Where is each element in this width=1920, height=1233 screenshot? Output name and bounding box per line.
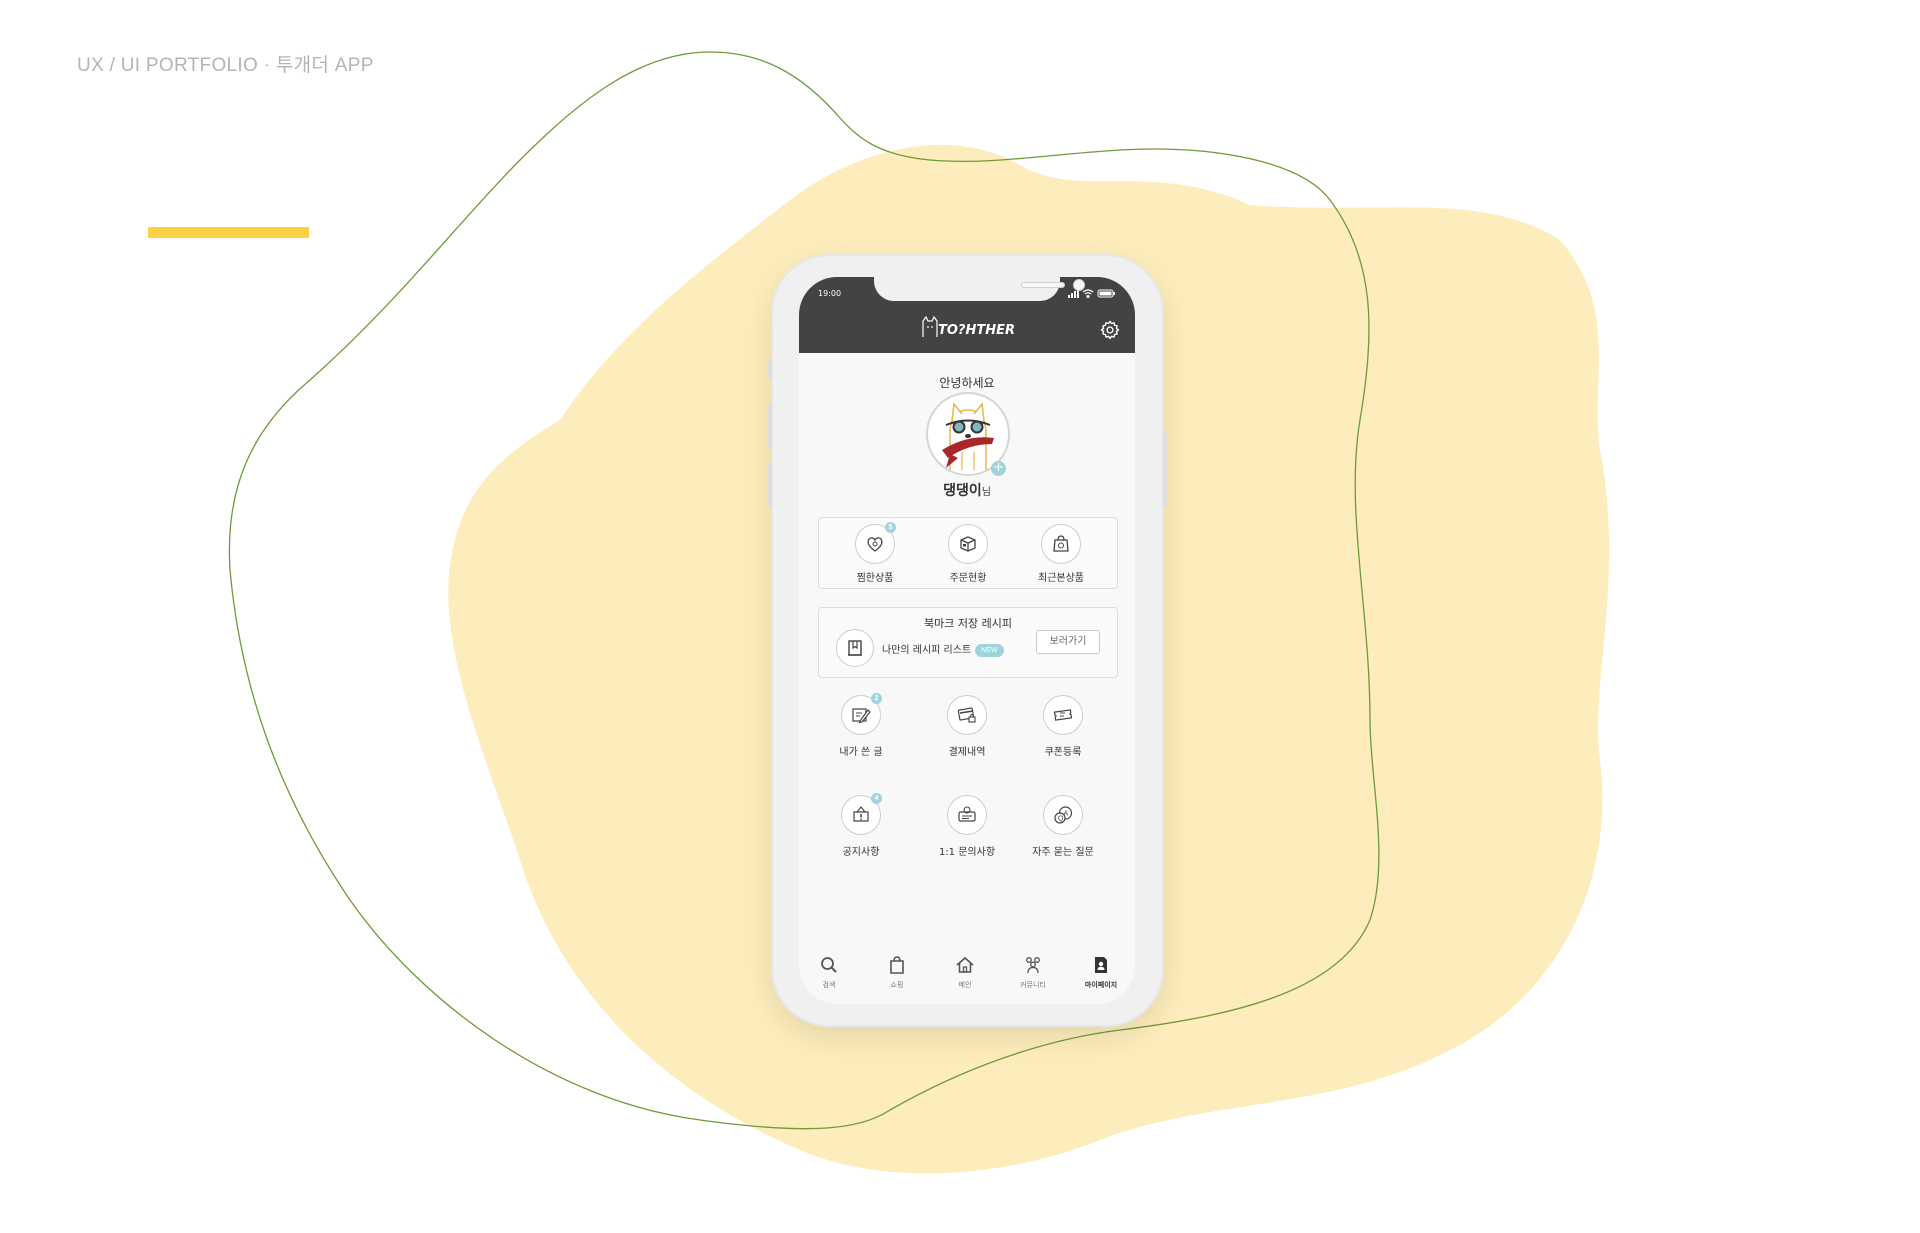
bookmark-book-icon — [836, 629, 874, 667]
battery-icon — [1097, 289, 1115, 298]
heart-bag-icon — [867, 537, 883, 552]
tab-label: 커뮤니티 — [1020, 981, 1046, 989]
menu-item-label: 쿠폰등록 — [1044, 747, 1082, 758]
quick-item-label: 찜한상품 — [856, 573, 894, 584]
tab-shopping[interactable]: 쇼핑 — [867, 955, 927, 990]
menu-item-payments[interactable]: 결제내역 — [921, 695, 1013, 758]
menu-item-notices[interactable]: 4 공지사항 — [815, 793, 907, 858]
shopping-bag-icon — [890, 956, 904, 974]
gear-icon[interactable] — [1099, 319, 1121, 341]
user-name-suffix: 님 — [981, 487, 991, 498]
tab-label: 검색 — [822, 981, 836, 989]
user-greeting-line: 댕댕이님 — [799, 480, 1135, 500]
profile-avatar-wrap: + — [926, 392, 1010, 476]
side-button — [768, 404, 772, 449]
side-button — [768, 359, 772, 379]
tab-label: 쇼핑 — [890, 981, 904, 989]
notices-count-badge: 4 — [871, 793, 882, 804]
brand-logo: TO?HTHER — [922, 315, 1015, 338]
icon-circle — [948, 524, 988, 564]
quick-item-orders[interactable]: 주문현황 — [928, 524, 1008, 584]
tab-mypage[interactable]: 마이페이지 — [1071, 955, 1131, 990]
menu-item-label: 공지사항 — [842, 847, 880, 858]
tab-main[interactable]: 메인 — [935, 955, 995, 990]
my-posts-count-badge: 2 — [871, 693, 882, 704]
menu-item-label: 자주 묻는 질문 — [1032, 847, 1094, 858]
coupon-icon — [1053, 709, 1073, 721]
tab-search[interactable]: 검색 — [799, 955, 859, 990]
home-icon — [956, 956, 974, 973]
quick-item-wishlist[interactable]: 5 찜한상품 — [835, 522, 915, 584]
svg-text:Q: Q — [1058, 816, 1064, 823]
mypage-icon — [1095, 957, 1107, 973]
front-camera — [1073, 279, 1085, 291]
search-icon — [821, 957, 837, 973]
side-button — [1163, 432, 1167, 507]
add-photo-button[interactable]: + — [991, 461, 1006, 476]
dog-mark-icon — [922, 315, 938, 337]
shopping-bag-icon — [1053, 535, 1069, 552]
app-screen: 19:00 TO?HTHER 안녕하세요 + 댕댕이님 5 찜한상품 주문현황 … — [799, 277, 1135, 1004]
svg-text:A: A — [1064, 811, 1069, 818]
wifi-icon — [1082, 289, 1094, 299]
phone-notch — [874, 277, 1085, 301]
menu-item-label: 1:1 문의사항 — [938, 847, 996, 858]
quick-item-label: 최근본상품 — [1038, 573, 1084, 584]
tab-label: 메인 — [958, 981, 972, 989]
tab-community[interactable]: 커뮤니티 — [1003, 955, 1063, 990]
notice-icon — [853, 806, 869, 822]
user-name: 댕댕이 — [943, 483, 982, 499]
icon-circle: 4 — [841, 793, 882, 835]
phone-mockup: 19:00 TO?HTHER 안녕하세요 + 댕댕이님 5 찜한상품 주문현황 … — [768, 254, 1167, 1027]
side-button — [768, 462, 772, 507]
quick-item-label: 주문현황 — [949, 573, 987, 584]
pencil-note-icon — [852, 708, 871, 724]
menu-item-coupons[interactable]: 쿠폰등록 — [1017, 695, 1109, 758]
community-icon — [1026, 957, 1040, 974]
menu-item-faq[interactable]: AQ 자주 묻는 질문 — [1017, 795, 1109, 858]
greeting-text: 안녕하세요 — [939, 376, 995, 390]
bookmark-description: 나만의 레시피 리스트 NEW — [882, 641, 1004, 657]
bookmark-text: 나만의 레시피 리스트 — [882, 645, 972, 656]
quick-menu-card: 5 찜한상품 주문현황 최근본상품 — [818, 517, 1118, 589]
tab-label: 마이페이지 — [1084, 981, 1118, 989]
menu-item-my-posts[interactable]: 2 내가 쓴 글 — [815, 693, 907, 758]
accent-bar — [148, 227, 309, 238]
box-icon — [960, 536, 976, 552]
menu-item-label: 결제내역 — [948, 747, 986, 758]
faq-icon: AQ — [1054, 806, 1073, 824]
speaker-grille — [1021, 282, 1065, 288]
icon-circle: AQ — [1043, 795, 1083, 835]
wishlist-count-badge: 5 — [885, 522, 896, 533]
brand-logo-text: TO?HTHER — [938, 323, 1015, 338]
menu-item-inquiry[interactable]: 1:1 문의사항 — [921, 795, 1013, 858]
bookmark-book-glyph — [848, 640, 862, 656]
quick-item-recent[interactable]: 최근본상품 — [1021, 524, 1101, 584]
icon-circle — [947, 795, 987, 835]
inquiry-icon — [958, 806, 976, 822]
bookmark-title: 북마크 저장 레시피 — [924, 617, 1012, 630]
bottom-tab-bar: 검색 쇼핑 메인 커뮤니티 마이페이지 — [799, 945, 1135, 1004]
icon-circle: 2 — [841, 693, 882, 735]
app-header: 19:00 TO?HTHER — [799, 277, 1135, 353]
view-recipes-button[interactable]: 보러가기 — [1036, 630, 1100, 654]
portfolio-caption: UX / UI PORTFOLIO · 투개더 APP — [77, 55, 374, 76]
bookmark-recipe-card: 북마크 저장 레시피 나만의 레시피 리스트 NEW 보러가기 — [818, 607, 1118, 678]
icon-circle: 5 — [855, 522, 896, 564]
card-lock-icon — [957, 707, 976, 723]
icon-circle — [947, 695, 987, 735]
icon-circle — [1041, 524, 1081, 564]
new-badge: NEW — [975, 644, 1004, 657]
menu-item-label: 내가 쓴 글 — [839, 747, 883, 758]
icon-circle — [1043, 695, 1083, 735]
status-time: 19:00 — [818, 289, 842, 298]
